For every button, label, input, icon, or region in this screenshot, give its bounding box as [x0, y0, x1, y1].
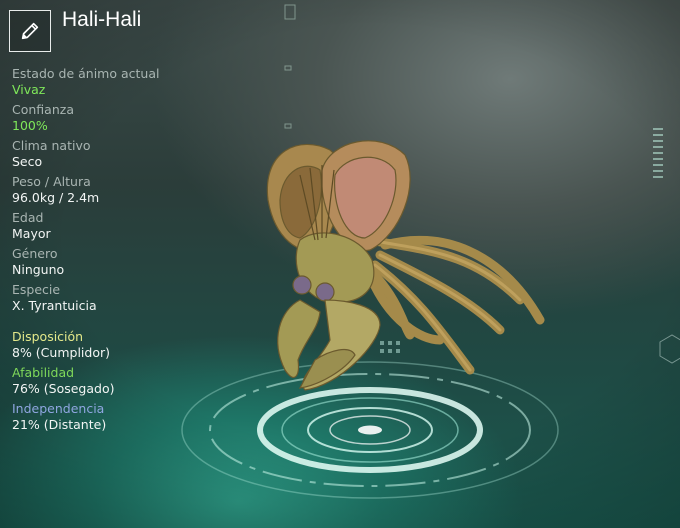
- stat-label: Género: [12, 246, 58, 261]
- stat-label: Peso / Altura: [12, 174, 91, 189]
- trait-label: Afabilidad: [12, 365, 75, 380]
- stat-value: 96.0kg / 2.4m: [12, 190, 100, 205]
- stat-mood: Estado de ánimo actual Vivaz: [12, 66, 212, 98]
- trait-disposition: Disposición 8% (Cumplidor): [12, 329, 232, 361]
- stat-label: Edad: [12, 210, 44, 225]
- stat-label: Especie: [12, 282, 61, 297]
- stat-species: Especie X. Tyrantuicia: [12, 282, 212, 314]
- stat-value: Mayor: [12, 226, 51, 241]
- trait-label: Independencia: [12, 401, 105, 416]
- stat-value: 100%: [12, 118, 48, 133]
- stat-climate: Clima nativo Seco: [12, 138, 212, 170]
- creature-stats: Estado de ánimo actual Vivaz Confianza 1…: [12, 66, 212, 318]
- stat-value: Vivaz: [12, 82, 46, 97]
- creature-name: Hali-Hali: [62, 8, 142, 31]
- trait-value: 21% (Distante): [12, 417, 107, 432]
- trait-friendliness: Afabilidad 76% (Sosegado): [12, 365, 232, 397]
- trait-value: 76% (Sosegado): [12, 381, 115, 396]
- stat-label: Clima nativo: [12, 138, 91, 153]
- stat-trust: Confianza 100%: [12, 102, 212, 134]
- trait-independence: Independencia 21% (Distante): [12, 401, 232, 433]
- pencil-icon: [21, 22, 39, 40]
- stat-value: X. Tyrantuicia: [12, 298, 97, 313]
- personality-traits: Disposición 8% (Cumplidor) Afabilidad 76…: [12, 329, 232, 437]
- stat-label: Confianza: [12, 102, 74, 117]
- stat-label: Estado de ánimo actual: [12, 66, 160, 81]
- stat-value: Seco: [12, 154, 43, 169]
- stat-gender: Género Ninguno: [12, 246, 212, 278]
- trait-label: Disposición: [12, 329, 84, 344]
- stat-age: Edad Mayor: [12, 210, 212, 242]
- stat-value: Ninguno: [12, 262, 65, 277]
- edit-name-button[interactable]: [9, 10, 51, 52]
- stat-weight-height: Peso / Altura 96.0kg / 2.4m: [12, 174, 212, 206]
- trait-value: 8% (Cumplidor): [12, 345, 110, 360]
